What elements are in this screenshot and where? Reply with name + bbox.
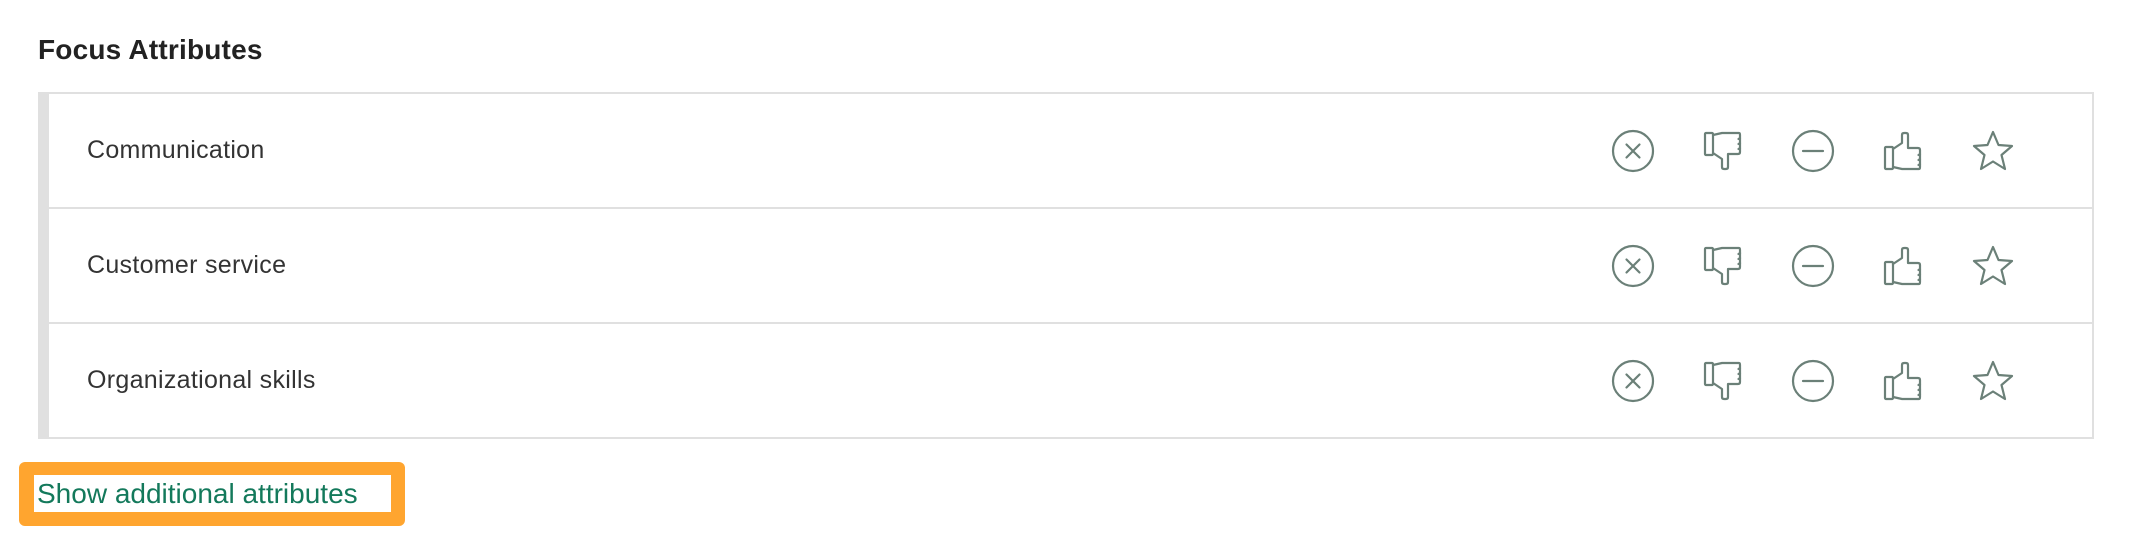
circle-x-icon [1611, 359, 1655, 402]
rating-yes-button[interactable] [1879, 357, 1927, 405]
attribute-label: Communication [87, 136, 265, 164]
thumbs-down-icon [1703, 361, 1742, 400]
rating-group [1609, 209, 2059, 322]
rating-group [1609, 324, 2059, 437]
rating-strong-yes-button[interactable] [1969, 127, 2017, 175]
rating-mixed-button[interactable] [1789, 127, 1837, 175]
attribute-row: Organizational skills [49, 324, 2092, 437]
circle-minus-icon [1791, 359, 1835, 402]
rating-mixed-button[interactable] [1789, 242, 1837, 290]
rating-no-button[interactable] [1699, 357, 1747, 405]
rating-yes-button[interactable] [1879, 127, 1927, 175]
circle-x-icon [1611, 129, 1655, 172]
circle-x-icon [1611, 244, 1655, 287]
rating-no-button[interactable] [1699, 242, 1747, 290]
star-icon [1972, 245, 2014, 285]
focus-attributes-table: Communication Customer service Organizat… [38, 92, 2094, 439]
rating-yes-button[interactable] [1879, 242, 1927, 290]
thumbs-up-icon [1883, 361, 1922, 400]
rating-definitely-not-button[interactable] [1609, 357, 1657, 405]
thumbs-down-icon [1703, 131, 1742, 170]
attribute-label: Customer service [87, 251, 287, 279]
rating-no-button[interactable] [1699, 127, 1747, 175]
circle-minus-icon [1791, 129, 1835, 172]
star-icon [1972, 360, 2014, 400]
rating-definitely-not-button[interactable] [1609, 242, 1657, 290]
show-additional-attributes-link[interactable]: Show additional attributes [34, 475, 391, 512]
rating-definitely-not-button[interactable] [1609, 127, 1657, 175]
rating-strong-yes-button[interactable] [1969, 242, 2017, 290]
thumbs-up-icon [1883, 131, 1922, 170]
thumbs-up-icon [1883, 246, 1922, 285]
rating-mixed-button[interactable] [1789, 357, 1837, 405]
rating-strong-yes-button[interactable] [1969, 357, 2017, 405]
attribute-row: Customer service [49, 209, 2092, 324]
rating-group [1609, 94, 2059, 207]
attribute-row: Communication [49, 94, 2092, 209]
thumbs-down-icon [1703, 246, 1742, 285]
attribute-label: Organizational skills [87, 366, 316, 394]
section-title: Focus Attributes [38, 34, 263, 65]
star-icon [1972, 130, 2014, 170]
circle-minus-icon [1791, 244, 1835, 287]
